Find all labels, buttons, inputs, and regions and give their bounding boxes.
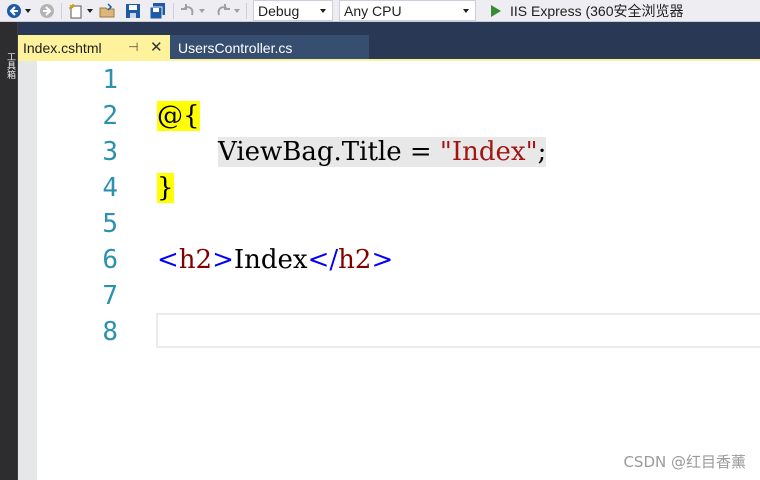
- line-number: 2: [102, 101, 118, 131]
- toolbox-label: 工具箱: [6, 52, 16, 79]
- html-tag-name: h2: [178, 245, 213, 275]
- html-bracket: </: [307, 245, 339, 275]
- undo-button[interactable]: [180, 0, 205, 21]
- platform-value: Any CPU: [344, 2, 402, 19]
- configuration-value: Debug: [258, 2, 300, 19]
- chevron-down-icon[interactable]: [25, 8, 31, 13]
- line-number: 5: [102, 209, 118, 239]
- new-project-icon: [69, 3, 82, 18]
- solution-configuration-dropdown[interactable]: Debug: [253, 0, 333, 21]
- new-project-button[interactable]: [68, 0, 93, 21]
- start-debugging-button[interactable]: IIS Express (360安全浏览器: [490, 1, 684, 21]
- open-file-button[interactable]: [99, 0, 117, 21]
- chevron-down-icon[interactable]: [234, 8, 240, 13]
- watermark: CSDN @红目香薰: [623, 453, 746, 471]
- save-all-button[interactable]: [149, 0, 167, 21]
- chevron-down-icon: [320, 8, 326, 13]
- toolbar-separator: [173, 2, 174, 19]
- code-line-6: <h2>Index</h2>: [157, 242, 393, 278]
- toolbar-separator: [246, 2, 247, 19]
- html-bracket: <: [157, 245, 179, 275]
- tab-label: Index.cshtml: [23, 39, 102, 56]
- line-number: 4: [102, 173, 118, 203]
- code-editor[interactable]: 1 2 3 4 5 6 7 8 @{ ViewBag.Title = "Inde…: [18, 61, 760, 480]
- code-text: ;: [537, 137, 547, 167]
- code-text: ViewBag.Title =: [218, 137, 440, 167]
- save-button[interactable]: [125, 0, 141, 21]
- line-number: 8: [102, 317, 118, 347]
- html-bracket: >: [212, 245, 234, 275]
- chevron-down-icon[interactable]: [87, 8, 93, 13]
- close-icon[interactable]: ✕: [150, 38, 163, 56]
- current-line-highlight: [156, 313, 760, 348]
- chevron-down-icon: [463, 8, 469, 13]
- document-tab-bar: Index.cshtml ⊣ ✕ UsersController.cs: [18, 22, 760, 60]
- toolbox-side-panel[interactable]: 工具箱: [0, 22, 18, 480]
- open-folder-icon: [99, 2, 115, 17]
- html-bracket: >: [371, 245, 394, 275]
- razor-block-open: @{: [157, 101, 200, 131]
- editor-indicator-margin: [18, 61, 37, 480]
- code-line-2: @{: [157, 98, 200, 134]
- navigate-forward-button[interactable]: [39, 0, 55, 21]
- undo-icon: [181, 3, 194, 15]
- tab-index-cshtml[interactable]: Index.cshtml ⊣ ✕: [18, 35, 170, 60]
- save-all-icon: [149, 2, 165, 19]
- save-icon: [126, 3, 140, 18]
- tab-label: UsersController.cs: [178, 39, 293, 56]
- toolbar-separator: [61, 2, 62, 19]
- line-number: 7: [102, 281, 118, 311]
- navigate-back-button[interactable]: [6, 0, 31, 21]
- tab-users-controller-cs[interactable]: UsersController.cs: [170, 35, 369, 60]
- main-toolbar: Debug Any CPU IIS Express (360安全浏览器: [0, 0, 760, 22]
- play-icon: [491, 4, 501, 17]
- back-arrow-icon: [7, 3, 21, 18]
- line-number: 6: [102, 245, 118, 275]
- pin-icon[interactable]: ⊣: [128, 40, 138, 54]
- code-line-4: }: [157, 170, 174, 206]
- line-number: 1: [102, 65, 118, 95]
- html-text: Index: [233, 245, 308, 275]
- solution-platform-dropdown[interactable]: Any CPU: [339, 0, 476, 21]
- forward-arrow-icon: [40, 3, 54, 18]
- line-number: 3: [102, 137, 118, 167]
- razor-statement: ViewBag.Title = "Index";: [218, 137, 547, 167]
- redo-icon: [217, 3, 230, 15]
- chevron-down-icon[interactable]: [199, 8, 205, 13]
- run-target-label: IIS Express (360安全浏览器: [510, 2, 684, 19]
- string-literal: "Index": [439, 137, 538, 167]
- razor-block-close: }: [157, 173, 174, 203]
- redo-button[interactable]: [215, 0, 240, 21]
- code-line-3: ViewBag.Title = "Index";: [218, 134, 547, 170]
- html-tag-name: h2: [338, 245, 372, 275]
